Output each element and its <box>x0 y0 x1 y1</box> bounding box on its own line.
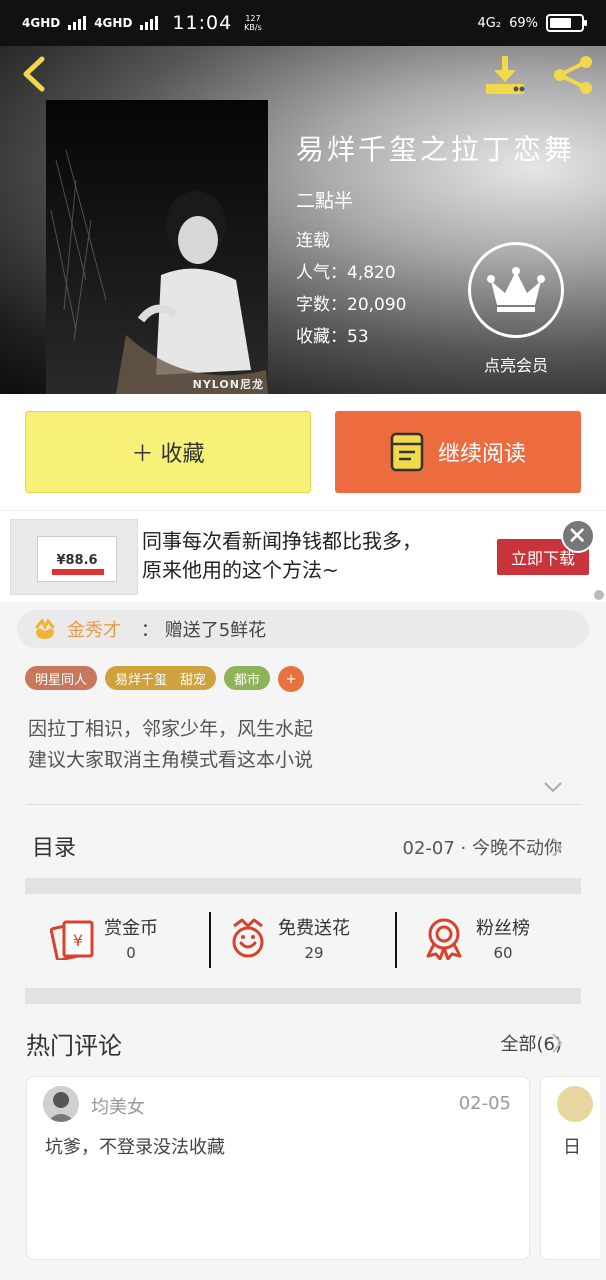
close-icon <box>570 528 584 542</box>
chevron-right-icon <box>552 1033 563 1053</box>
stat-separator <box>209 912 211 968</box>
ad-text: 同事每次看新闻挣钱都比我多， 原来他用的这个方法~ <box>142 527 422 585</box>
crown-icon <box>487 267 545 312</box>
tag-list: 明星同人 易烊千玺 甜宠 都市 + <box>25 666 305 692</box>
ad-line-2: 原来他用的这个方法~ <box>142 558 339 582</box>
share-button[interactable] <box>550 54 596 96</box>
ad-mark-icon <box>594 590 604 600</box>
description-line-2: 建议大家取消主角模式看这本小说 <box>28 749 314 771</box>
network-speed: 127 KB/s <box>244 14 262 32</box>
battery-fill <box>550 18 571 28</box>
comment-text: 坑爹，不登录没法收藏 <box>45 1137 225 1158</box>
chevron-down-icon <box>544 782 562 793</box>
ad-line-1: 同事每次看新闻挣钱都比我多， <box>142 529 422 553</box>
ad-close-button[interactable] <box>561 519 595 553</box>
expand-description-button[interactable] <box>543 780 563 794</box>
reward-coins-button[interactable]: ¥ 赏金币 0 <box>50 914 158 962</box>
comment-user[interactable]: 均美女 <box>91 1093 145 1119</box>
ad-thumbnail-bar <box>52 569 104 575</box>
avatar-image <box>43 1086 79 1122</box>
gift-message: ： 赠送了5鲜花 <box>141 620 267 641</box>
gift-notice[interactable]: 金秀才 ： 赠送了5鲜花 <box>17 610 589 648</box>
toc-title: 目录 <box>32 836 77 861</box>
toc-latest-chapter: 02-07 · 今晚不动你 <box>402 838 562 859</box>
free-flower-value: 29 <box>304 944 324 962</box>
download-button[interactable] <box>482 54 528 96</box>
network-type-1: 4GHD <box>22 16 61 30</box>
clock: 11:04 <box>172 12 233 34</box>
download-icon <box>486 56 525 94</box>
reward-coins-label: 赏金币 <box>104 918 158 939</box>
fan-ranking-button[interactable]: 粉丝榜 60 <box>424 914 530 962</box>
book-cover[interactable]: NYLON尼龙 <box>46 100 268 394</box>
ad-thumbnail: ¥88.6 <box>10 519 138 595</box>
fan-ranking-value: 60 <box>493 944 513 962</box>
fan-ranking-label: 粉丝榜 <box>476 918 530 939</box>
comments-header: 热门评论 全部(6) <box>0 1016 606 1076</box>
continue-reading-button[interactable]: 继续阅读 <box>335 411 581 493</box>
tag-1[interactable]: 易烊千玺 甜宠 <box>105 666 217 690</box>
add-favorite-button[interactable]: ＋ 收藏 <box>25 411 311 493</box>
vip-button[interactable]: 点亮会员 <box>466 242 566 376</box>
description-line-1: 因拉丁相识，邻家少年，风生水起 <box>28 718 314 740</box>
section-band <box>25 988 581 1004</box>
stats-row: ¥ 赏金币 0 免费送花 29 粉丝榜 60 <box>0 902 606 988</box>
back-button[interactable] <box>16 54 52 94</box>
vip-label: 点亮会员 <box>483 356 548 375</box>
gift-user[interactable]: 金秀才 <box>67 616 121 642</box>
book-description: 因拉丁相识，邻家少年，风生水起 建议大家取消主角模式看这本小说 <box>28 714 313 776</box>
network-type-2: 4GHD <box>94 16 133 30</box>
tag-0[interactable]: 明星同人 <box>25 666 98 690</box>
signal-icon <box>68 16 87 30</box>
book-title: 易烊千玺之拉丁恋舞 <box>296 133 576 166</box>
ad-thumbnail-card: ¥88.6 <box>37 536 117 582</box>
cover-photo <box>46 100 268 394</box>
vip-badge <box>468 242 564 338</box>
ribbon-medal-icon <box>426 918 462 960</box>
avatar[interactable] <box>557 1086 593 1122</box>
svg-text:¥: ¥ <box>73 931 83 950</box>
status-bar: 4GHD 4GHD 11:04 127 KB/s 4G₂ 69% <box>0 0 606 46</box>
add-favorite-label: ＋ 收藏 <box>131 442 205 467</box>
free-flower-button[interactable]: 免费送花 29 <box>228 914 350 962</box>
comment-card[interactable]: 日 <box>540 1076 600 1260</box>
comment-card[interactable]: 均美女 02-05 坑爹，不登录没法收藏 <box>26 1076 530 1260</box>
book-author[interactable]: 二點半 <box>296 186 575 213</box>
comment-date: 02-05 <box>458 1093 511 1114</box>
add-tag-button[interactable]: + <box>278 666 305 692</box>
share-icon <box>554 56 592 94</box>
reward-coins-value: 0 <box>126 944 136 962</box>
network-speed-value: 127 <box>245 14 261 23</box>
comments-title: 热门评论 <box>26 1032 122 1060</box>
red-envelope-icon: ¥ <box>50 920 94 960</box>
chevron-left-icon <box>23 56 45 92</box>
divider <box>26 804 581 805</box>
comment-text: 日 <box>563 1137 581 1158</box>
book-header: NYLON尼龙 易烊千玺之拉丁恋舞 二點半 连载 人气：4,820 字数：20,… <box>0 46 606 394</box>
network-speed-unit: KB/s <box>244 23 262 32</box>
ad-banner[interactable]: ¥88.6 同事每次看新闻挣钱都比我多， 原来他用的这个方法~ 立即下载 <box>0 510 606 602</box>
book-icon <box>390 432 424 472</box>
continue-reading-label: 继续阅读 <box>437 442 526 467</box>
battery-icon <box>546 14 587 32</box>
stat-separator <box>395 912 397 968</box>
avatar[interactable] <box>43 1086 79 1122</box>
book-details: 金秀才 ： 赠送了5鲜花 明星同人 易烊千玺 甜宠 都市 + 因拉丁相识，邻家少… <box>0 602 606 1280</box>
ad-thumbnail-amount: ¥88.6 <box>56 553 98 568</box>
tag-2[interactable]: 都市 <box>224 666 271 690</box>
signal-icon <box>140 16 159 30</box>
flower-icon <box>35 618 55 639</box>
flower-face-icon <box>232 918 264 958</box>
free-flower-label: 免费送花 <box>278 918 350 939</box>
action-bar: ＋ 收藏 继续阅读 <box>0 394 606 510</box>
network-type-3: 4G₂ <box>477 15 502 31</box>
battery-percent: 69% <box>509 15 538 31</box>
table-of-contents-row[interactable]: 目录 02-07 · 今晚不动你 <box>0 808 606 882</box>
chevron-right-icon <box>552 837 563 857</box>
section-band <box>25 878 581 894</box>
cover-caption: NYLON尼龙 <box>192 378 264 391</box>
